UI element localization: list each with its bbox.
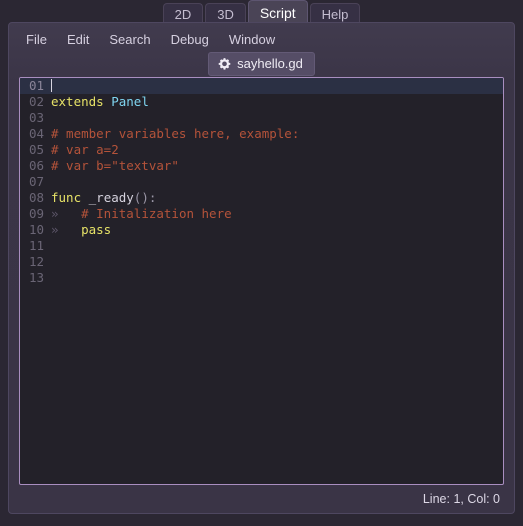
code-token-comment: # var a=2 [51,142,119,157]
indent-guide-icon: » [51,222,82,237]
code-line[interactable]: 05 # var a=2 [20,142,503,158]
line-number: 06 [28,158,44,173]
line-number: 01 [28,78,44,93]
code-line[interactable]: 09 » # Initalization here [20,206,503,222]
code-token-comment: # var b="textvar" [51,158,179,173]
line-number: 11 [28,238,44,253]
code-text: # var b="textvar" [51,158,179,174]
menu-window[interactable]: Window [220,29,284,50]
file-tab-sayhello[interactable]: sayhello.gd [208,52,315,76]
code-token-type: Panel [111,94,149,109]
line-number: 13 [28,270,44,285]
line-number: 04 [28,126,44,141]
code-token-kw: extends [51,94,104,109]
line-number: 07 [28,174,44,189]
line-number: 02 [28,94,44,109]
code-token-kw: func [51,190,82,205]
code-token-punct: : [148,190,157,205]
line-number: 10 [28,222,44,237]
status-bar: Line: 1, Col: 0 [19,489,504,509]
code-token-ident: _ready [88,190,134,205]
menu-edit[interactable]: Edit [58,29,98,50]
line-number: 09 [28,206,44,221]
code-line[interactable]: 12 [20,254,503,270]
code-line[interactable]: 03 [20,110,503,126]
code-text: # member variables here, example: [51,126,299,142]
line-number: 08 [28,190,44,205]
code-line[interactable]: 07 [20,174,503,190]
code-line[interactable]: 08 func _ready(): [20,190,503,206]
code-token-punct: () [133,190,149,205]
indent-guide-icon: » [51,206,82,221]
line-number: 05 [28,142,44,157]
script-editor-panel: File Edit Search Debug Window sayhello.g… [8,22,515,514]
code-line[interactable]: 13 [20,270,503,286]
code-text: » # Initalization here [51,206,232,222]
code-line[interactable]: 10 » pass [20,222,503,238]
line-number: 03 [28,110,44,125]
code-line[interactable]: 02 extends Panel [20,94,503,110]
menu-debug[interactable]: Debug [162,29,218,50]
file-tab-bar: sayhello.gd [9,51,514,77]
file-tab-label: sayhello.gd [237,56,303,71]
code-line[interactable]: 06 # var b="textvar" [20,158,503,174]
code-text [51,78,52,94]
code-text: # var a=2 [51,142,119,158]
line-number: 12 [28,254,44,269]
menu-search[interactable]: Search [100,29,159,50]
text-cursor [51,79,52,92]
code-token-comment: # member variables here, example: [51,126,300,141]
code-line[interactable]: 11 [20,238,503,254]
code-editor[interactable]: 01 02 extends Panel 03 04 # member variables … [19,77,504,485]
menu-bar: File Edit Search Debug Window [9,27,284,51]
code-line[interactable]: 04 # member variables here, example: [20,126,503,142]
menu-file[interactable]: File [17,29,56,50]
cursor-position-status: Line: 1, Col: 0 [422,492,500,506]
code-token-kw: pass [81,222,112,237]
code-line[interactable]: 01 [20,78,503,94]
code-text: extends Panel [51,94,149,110]
code-token-comment: # Initalization here [81,206,232,221]
code-text: » pass [51,222,111,238]
gear-icon [218,57,231,70]
code-text: func _ready(): [51,190,156,206]
